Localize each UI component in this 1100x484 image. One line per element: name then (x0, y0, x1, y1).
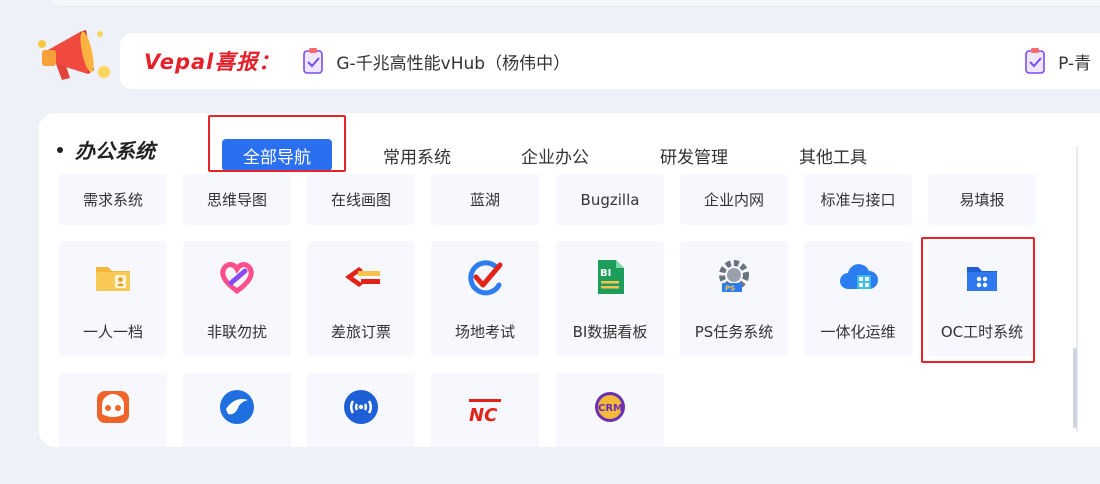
app-tile[interactable]: 一体化运维 (804, 241, 912, 356)
news-item[interactable]: P-青 (1024, 47, 1091, 75)
app-tile[interactable] (183, 373, 291, 447)
tab-enterprise-office[interactable]: 企业办公 (507, 139, 603, 171)
app-tile[interactable]: 企业内网 (680, 174, 788, 225)
app-label: 一体化运维 (820, 323, 896, 341)
news-text: P-青 (1058, 53, 1092, 74)
highlight-box (921, 237, 1035, 363)
app-tile[interactable]: 差旅订票 (307, 241, 415, 356)
news-ticker: Vepal喜报： G-千兆高性能vHub（杨伟中） P-青 (120, 33, 1100, 89)
news-title: Vepal喜报： (144, 50, 281, 74)
app-label: 需求系统 (82, 191, 143, 209)
svg-text:NC: NC (469, 405, 498, 426)
section-title-text: 办公系统 (75, 139, 155, 163)
bullet-dot (57, 146, 63, 153)
tab-rd-management[interactable]: 研发管理 (646, 139, 742, 171)
heart-link-icon (220, 262, 254, 295)
eagle-icon (220, 390, 254, 424)
news-text: G-千兆高性能vHub（杨伟中） (336, 53, 571, 74)
app-label: 一人一档 (82, 323, 143, 341)
svg-text:CRM: CRM (598, 403, 623, 414)
app-tile[interactable]: 非联勿扰 (183, 241, 291, 356)
section-title: 办公系统 (57, 135, 155, 164)
crm-logo-icon: CRM (595, 392, 625, 422)
news-item[interactable]: G-千兆高性能vHub（杨伟中） (302, 47, 570, 75)
app-tile[interactable]: CRM (556, 373, 664, 447)
app-tile[interactable]: 蓝湖 (431, 174, 539, 225)
app-tile[interactable]: 一人一档 (59, 241, 167, 356)
folder-user-icon (96, 267, 130, 291)
app-label: 差旅订票 (330, 323, 391, 341)
app-tile[interactable]: BI BI数据看板 (556, 241, 664, 356)
bi-board-icon: BI (598, 260, 624, 294)
svg-text:PS: PS (725, 285, 735, 293)
wifi-signal-icon (344, 390, 378, 424)
app-label: PS任务系统 (694, 323, 774, 341)
clipboard-icon (1025, 48, 1045, 74)
highlight-box (208, 115, 346, 172)
clipboard-icon (303, 48, 324, 74)
top-search-strip (48, 0, 1100, 7)
app-tile[interactable]: 标准与接口 (804, 174, 912, 225)
travel-ticket-icon (345, 267, 380, 287)
app-tile[interactable]: 思维导图 (183, 174, 291, 225)
nc-logo-icon: NC (469, 399, 501, 426)
scrollbar-thumb[interactable] (1073, 348, 1077, 428)
app-label: 思维导图 (206, 191, 267, 209)
tab-common-systems[interactable]: 常用系统 (369, 139, 465, 171)
app-label: BI数据看板 (572, 323, 648, 341)
app-tile[interactable]: Bugzilla (556, 174, 664, 225)
app-tile[interactable]: NC (431, 373, 539, 447)
app-tile[interactable]: 场地考试 (431, 241, 539, 356)
app-label: Bugzilla (580, 190, 640, 209)
app-tile[interactable]: PS PS任务系统 (680, 241, 788, 356)
app-tile[interactable]: 易填报 (928, 174, 1036, 225)
tab-other-tools[interactable]: 其他工具 (785, 139, 881, 171)
app-label: 标准与接口 (820, 191, 896, 209)
exam-check-icon (468, 260, 503, 296)
svg-text:BI: BI (600, 268, 611, 279)
app-label: 场地考试 (454, 323, 515, 341)
megaphone-icon (38, 30, 110, 80)
app-label: 易填报 (959, 191, 1005, 209)
app-tile[interactable] (307, 373, 415, 447)
ps-gear-icon: PS (719, 260, 749, 293)
app-tile[interactable]: 在线画图 (307, 174, 415, 225)
orange-face-icon (97, 391, 129, 423)
cloud-ops-icon (840, 264, 878, 289)
app-label: 在线画图 (330, 191, 391, 209)
app-label: 蓝湖 (469, 191, 500, 209)
app-tile[interactable] (59, 373, 167, 447)
office-systems-panel: 办公系统 全部导航 常用系统 企业办公 研发管理 其他工具 需求系统 思维导图 … (39, 113, 1100, 447)
app-label: 企业内网 (703, 191, 764, 209)
app-tile[interactable]: 需求系统 (59, 174, 167, 225)
app-label: 非联勿扰 (206, 323, 267, 341)
